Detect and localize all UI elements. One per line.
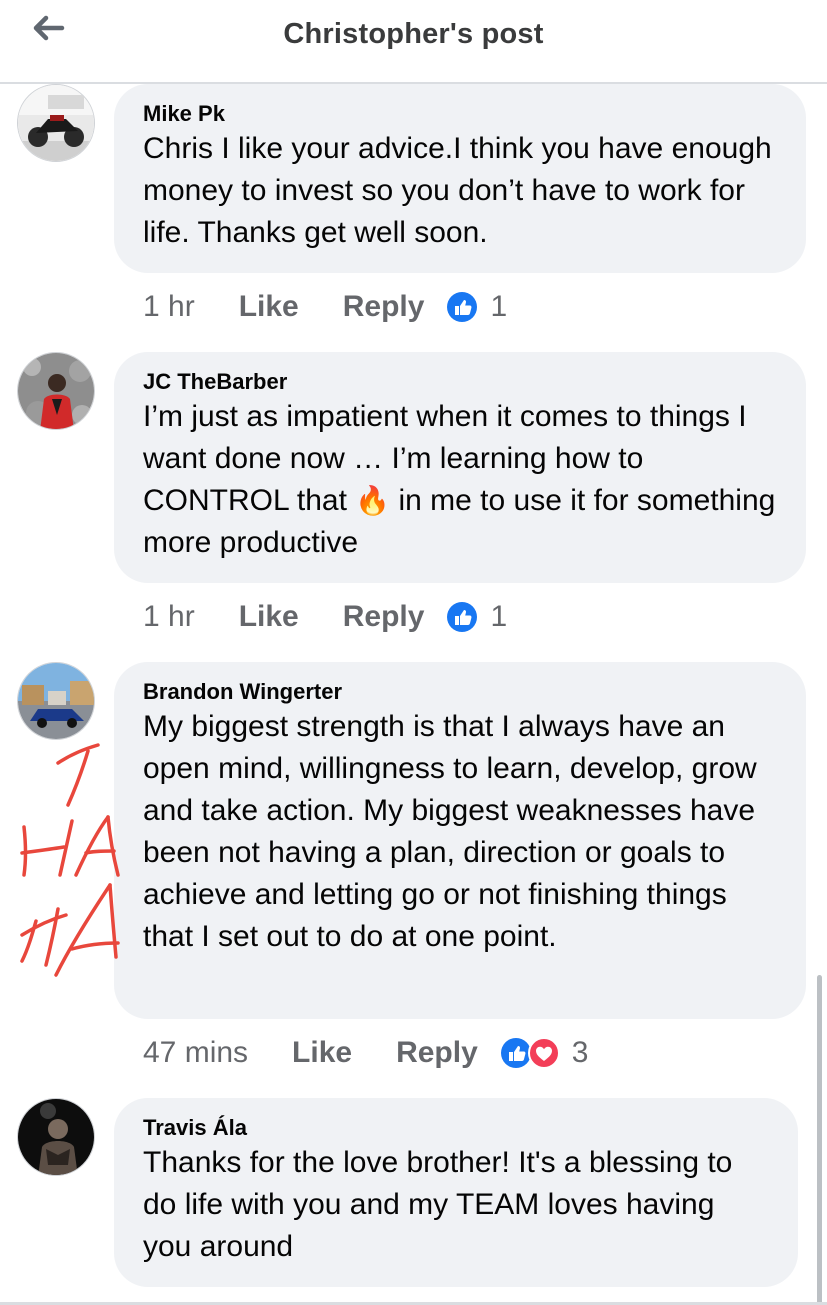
comment-timestamp[interactable]: 47 mins <box>143 1036 248 1070</box>
avatar[interactable] <box>17 662 95 740</box>
page-title: Christopher's post <box>283 18 544 50</box>
reply-button[interactable]: Reply <box>343 600 425 634</box>
avatar[interactable] <box>17 1098 95 1176</box>
comment-actions: 1 hr Like Reply 1 <box>143 285 507 329</box>
love-reaction-icon <box>527 1037 560 1069</box>
like-button[interactable]: Like <box>292 1036 352 1070</box>
comment-bubble: Travis Ála Thanks for the love brother! … <box>114 1098 798 1287</box>
like-reaction-icon <box>447 602 478 632</box>
comment-author[interactable]: Travis Ála <box>143 1114 770 1142</box>
avatar[interactable] <box>17 84 95 162</box>
scrollbar[interactable] <box>817 975 822 1305</box>
person-avatar-image <box>18 1099 94 1175</box>
handwritten-haha-annotation <box>20 743 120 977</box>
avatar[interactable] <box>17 352 95 430</box>
comment-author[interactable]: Mike Pk <box>143 100 778 128</box>
post-header: Christopher's post <box>0 0 827 84</box>
reply-button[interactable]: Reply <box>396 1036 478 1070</box>
reaction-summary[interactable]: 1 <box>446 290 507 324</box>
like-reaction-icon <box>447 292 478 322</box>
comment-text: Thanks for the love brother! It's a bles… <box>143 1146 733 1263</box>
car-avatar-image <box>18 663 94 739</box>
reaction-summary[interactable]: 1 <box>446 600 507 634</box>
comment-timestamp[interactable]: 1 hr <box>143 290 195 324</box>
reaction-summary[interactable]: 3 <box>500 1036 589 1070</box>
comment-bubble: JC TheBarber I’m just as impatient when … <box>114 352 806 583</box>
barber-avatar-image <box>18 353 94 429</box>
comment-text: Chris I like your advice.I think you hav… <box>143 132 772 249</box>
comment-bubble: Mike Pk Chris I like your advice.I think… <box>114 84 806 273</box>
comment-author[interactable]: Brandon Wingerter <box>143 678 778 706</box>
fire-emoji-icon: 🔥 <box>355 485 391 516</box>
comment-text: My biggest strength is that I always hav… <box>143 710 757 953</box>
reaction-count: 3 <box>571 1036 589 1069</box>
like-button[interactable]: Like <box>239 600 299 634</box>
comment-actions: 1 hr Like Reply 1 <box>143 595 507 639</box>
comment-text: I’m just as impatient when it comes to t… <box>143 396 778 564</box>
comment-actions: 47 mins Like Reply 3 <box>143 1031 588 1075</box>
reaction-count: 1 <box>490 290 508 323</box>
motorcycle-avatar-image <box>18 85 94 161</box>
comment-author[interactable]: JC TheBarber <box>143 368 778 396</box>
like-button[interactable]: Like <box>239 290 299 324</box>
reply-button[interactable]: Reply <box>343 290 425 324</box>
comment-bubble: Brandon Wingerter My biggest strength is… <box>114 662 806 1019</box>
comment-timestamp[interactable]: 1 hr <box>143 600 195 634</box>
reaction-count: 1 <box>490 600 508 633</box>
